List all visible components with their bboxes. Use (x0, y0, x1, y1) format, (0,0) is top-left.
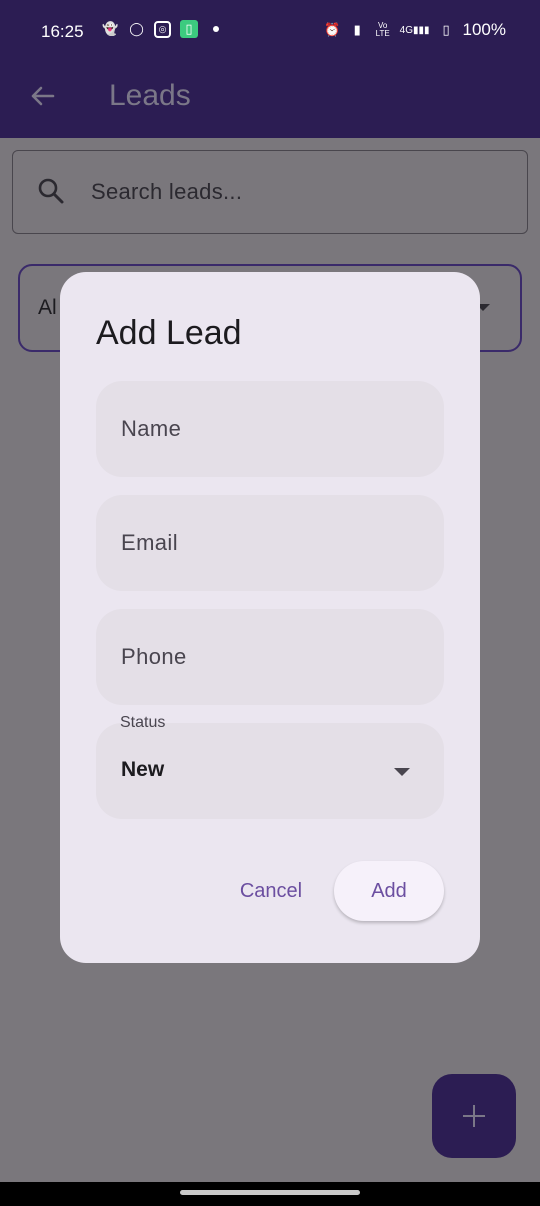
phone-field[interactable]: Phone (96, 609, 444, 705)
battery-percent: 100% (462, 20, 506, 39)
home-gesture-handle[interactable] (180, 1190, 360, 1195)
system-nav-bar (0, 1182, 540, 1206)
name-field[interactable]: Name (96, 381, 444, 477)
search-icon (35, 175, 67, 207)
signal-4g-icon: 4G ▮▮▮ (399, 24, 430, 36)
system-icons: ⏰ ▮ Vo LTE 4G ▮▮▮ ▯ 100% (324, 20, 506, 40)
chevron-down-icon (394, 768, 410, 776)
search-placeholder: Search leads... (91, 179, 243, 204)
filter-selected-value: Al (38, 296, 57, 319)
search-input[interactable]: Search leads... (12, 150, 528, 234)
status-time: 16:25 (41, 22, 84, 41)
add-lead-dialog: Add Lead Name Email Phone New Status Can… (60, 272, 480, 963)
email-placeholder: Email (121, 530, 179, 555)
status-select[interactable]: New (96, 723, 444, 819)
network-label: 4G (399, 24, 413, 36)
volte-icon: Vo LTE (375, 21, 390, 38)
dialog-title: Add Lead (96, 314, 242, 352)
back-arrow-icon[interactable] (26, 80, 58, 112)
name-placeholder: Name (121, 416, 182, 441)
email-field[interactable]: Email (96, 495, 444, 591)
page-title: Leads (109, 79, 191, 112)
snapchat-icon: 👻 (102, 21, 119, 36)
alarm-icon: ⏰ (324, 22, 341, 37)
plus-icon-vertical (473, 1105, 475, 1127)
add-lead-fab[interactable] (432, 1074, 516, 1158)
status-selected-value: New (121, 758, 165, 781)
whatsapp-icon: ◯ (129, 21, 144, 36)
app-bar: Leads (0, 62, 540, 138)
status-label: Status (120, 714, 166, 731)
app-icon: ▯ (180, 20, 198, 38)
back-arrow-svg (31, 86, 55, 106)
instagram-icon: ◎ (154, 20, 171, 38)
search-svg (38, 178, 64, 204)
phone-placeholder: Phone (121, 644, 187, 669)
vibrate-icon: ▮ (353, 22, 361, 37)
cancel-button[interactable]: Cancel (228, 861, 314, 921)
battery-icon: ▯ (442, 22, 450, 37)
add-button[interactable]: Add (334, 861, 444, 921)
notification-icons: 👻 ◯ ◎ ▯ (102, 20, 219, 38)
status-bar: 16:25 👻 ◯ ◎ ▯ ⏰ ▮ Vo LTE 4G ▮▮▮ ▯ 100% (0, 0, 540, 62)
dot-icon (213, 26, 219, 32)
